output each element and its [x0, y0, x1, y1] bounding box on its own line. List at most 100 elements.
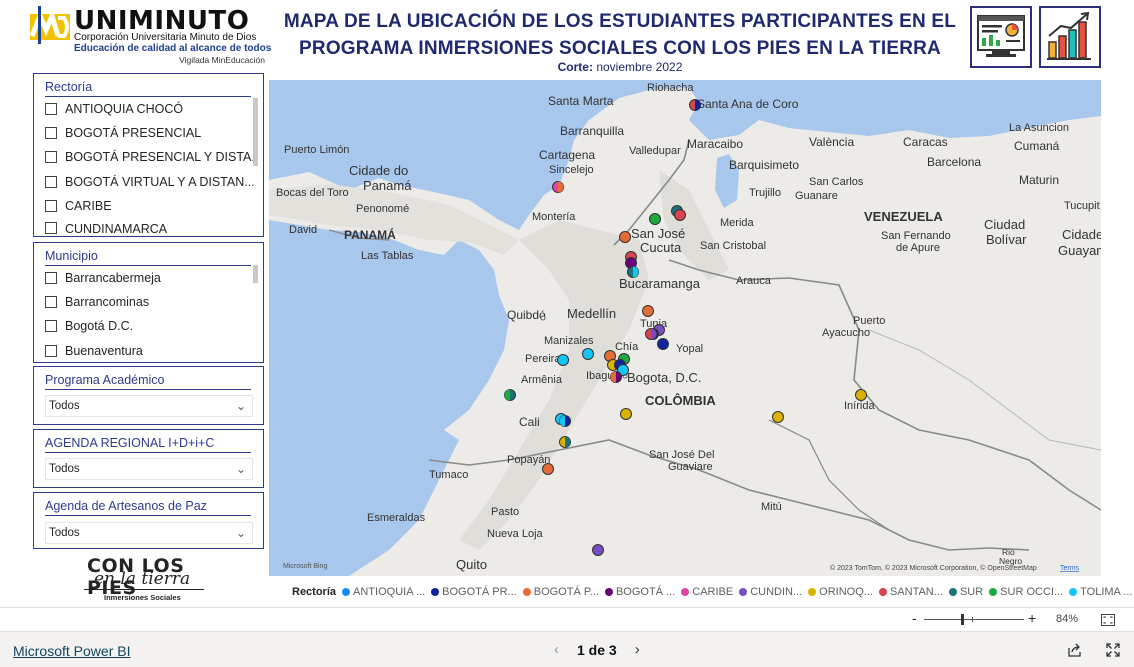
prev-page-button[interactable]: ‹ [540, 641, 573, 658]
participant-marker[interactable] [772, 411, 784, 423]
participant-marker[interactable] [620, 408, 632, 420]
participant-marker[interactable] [855, 389, 867, 401]
slicer-programa-title: Programa Académico [45, 373, 165, 387]
checkbox[interactable] [45, 103, 57, 115]
title-line1: MAPA DE LA UBICACIÓN DE LOS ESTUDIANTES … [283, 11, 957, 32]
slicer-scrollbar[interactable] [253, 98, 258, 166]
label-puerto-limon: Puerto Limón [284, 144, 349, 156]
map-canvas[interactable]: Riohacha Santa Marta Santa Ana de Coro B… [269, 80, 1101, 576]
legend-item[interactable]: BOGOTÁ ... [604, 586, 676, 598]
legend-item[interactable]: ORINOQ... [808, 586, 873, 598]
checkbox[interactable] [45, 151, 57, 163]
chevron-down-icon: ⌄ [235, 399, 246, 413]
fullscreen-icon[interactable] [1106, 643, 1120, 657]
slicer-agenda-regional-title: AGENDA REGIONAL I+D+i+C [45, 436, 215, 450]
agenda-artesanos-dropdown[interactable]: Todos ⌄ [45, 522, 253, 544]
participant-marker[interactable] [582, 348, 594, 360]
slicer-option[interactable]: ANTIOQUIA CHOCÓ [45, 101, 257, 117]
share-icon[interactable] [1067, 643, 1082, 657]
zoom-in-button[interactable]: + [1028, 610, 1036, 626]
logo-divider [84, 589, 204, 590]
growth-chart-icon[interactable] [1039, 6, 1101, 68]
zoom-slider-track[interactable] [924, 619, 1024, 620]
slicer-municipio-underline [45, 265, 251, 266]
label-guanare: Guanare [795, 190, 838, 202]
programa-dropdown[interactable]: Todos ⌄ [45, 395, 253, 417]
participant-marker[interactable] [657, 338, 669, 350]
powerbi-footer: Microsoft Power BI ‹ 1 de 3 › [0, 631, 1134, 667]
label-san-fernando-1: San Fernando [881, 230, 951, 242]
label-pereira: Pereira [525, 353, 561, 365]
map-terms-link[interactable]: Terms [1060, 565, 1080, 572]
fit-to-page-icon[interactable] [1101, 614, 1115, 626]
next-page-button[interactable]: › [621, 641, 654, 658]
legend-item[interactable]: SUR [948, 586, 984, 598]
label-san-carlos: San Carlos [809, 176, 864, 188]
slicer-municipio: Municipio Barrancabermeja Barrancominas … [33, 242, 264, 363]
map-visual[interactable]: Riohacha Santa Marta Santa Ana de Coro B… [269, 80, 1101, 576]
checkbox[interactable] [45, 200, 57, 212]
slicer-agenda-regional: AGENDA REGIONAL I+D+i+C Todos ⌄ [33, 429, 264, 488]
label-guayana-1: Cidade [1062, 227, 1101, 242]
legend-item[interactable]: TOLIMA ... [1069, 586, 1133, 598]
checkbox[interactable] [45, 222, 57, 234]
slicer-option[interactable]: CARIBE [45, 198, 257, 214]
checkbox[interactable] [45, 296, 57, 308]
slicer-option[interactable]: Buenaventura [45, 343, 257, 359]
slicer-programa: Programa Académico Todos ⌄ [33, 366, 264, 425]
checkbox[interactable] [45, 320, 57, 332]
legend-label: SUR [959, 586, 984, 598]
slicer-option[interactable]: BOGOTÁ VIRTUAL Y A DISTAN... [45, 174, 257, 190]
legend-item[interactable]: BOGOTÁ P... [522, 586, 599, 598]
checkbox[interactable] [45, 345, 57, 357]
slicer-scrollbar[interactable] [253, 265, 258, 283]
legend-label: BOGOTÁ ... [615, 586, 676, 598]
checkbox[interactable] [45, 127, 57, 139]
legend-item[interactable]: CARIBE [681, 586, 733, 598]
legend-item[interactable]: SUR OCCI... [989, 586, 1063, 598]
slicer-option[interactable]: Barrancabermeja [45, 270, 257, 286]
legend-item[interactable]: CUNDIN... [739, 586, 802, 598]
zoom-bar: - + 84% [0, 607, 1134, 631]
slicer-option[interactable]: CUNDINAMARCA [45, 222, 257, 236]
label-maturin: Maturin [1019, 173, 1059, 187]
legend-item[interactable]: ANTIOQUIA ... [342, 586, 425, 598]
zoom-slider-thumb[interactable] [961, 614, 964, 625]
dropdown-value: Todos [49, 527, 80, 539]
participant-marker[interactable] [674, 209, 686, 221]
label-armenia: Armênia [521, 374, 563, 386]
participant-marker[interactable] [592, 544, 604, 556]
label-cidade-panama-2: Panamá [363, 178, 412, 193]
legend-dot [431, 588, 440, 596]
participant-marker[interactable] [649, 213, 661, 225]
participant-marker[interactable] [542, 463, 554, 475]
label-cumana: Cumaná [1014, 139, 1060, 153]
logo-line1: Corporación Universitaria Minuto de Dios [74, 32, 257, 43]
checkbox[interactable] [45, 272, 57, 284]
legend-item[interactable]: BOGOTÁ PR... [431, 586, 517, 598]
chevron-down-icon: ⌄ [235, 462, 246, 476]
powerbi-link[interactable]: Microsoft Power BI [13, 643, 130, 659]
slicer-programa-underline [45, 389, 251, 390]
label-venezuela: VENEZUELA [864, 209, 943, 224]
label-quibdo: Quibdó [507, 308, 546, 322]
brand-name: UNIMINUTO [74, 6, 250, 36]
participant-marker[interactable] [642, 305, 654, 317]
label-pasto: Pasto [491, 506, 519, 518]
participant-marker[interactable] [619, 231, 631, 243]
label-mitu: Mitú [761, 501, 782, 513]
participant-marker[interactable] [557, 354, 569, 366]
slicer-option[interactable]: BOGOTÁ PRESENCIAL [45, 125, 257, 141]
slicer-option[interactable]: Bogotá D.C. [45, 318, 257, 334]
label-trujillo: Trujillo [749, 187, 781, 199]
label-maracaibo: Maracaibo [687, 137, 743, 151]
legend-item[interactable]: SANTAN... [878, 586, 943, 598]
bing-logo: Microsoft Bing [283, 563, 327, 570]
dashboard-report-icon[interactable] [970, 6, 1032, 68]
agenda-regional-dropdown[interactable]: Todos ⌄ [45, 458, 253, 480]
checkbox[interactable] [45, 176, 57, 188]
slicer-option[interactable]: BOGOTÁ PRESENCIAL Y DISTA... [45, 149, 257, 165]
slicer-option[interactable]: Barrancominas [45, 294, 257, 310]
zoom-out-button[interactable]: - [912, 610, 917, 626]
legend-label: SUR OCCI... [1000, 586, 1064, 598]
